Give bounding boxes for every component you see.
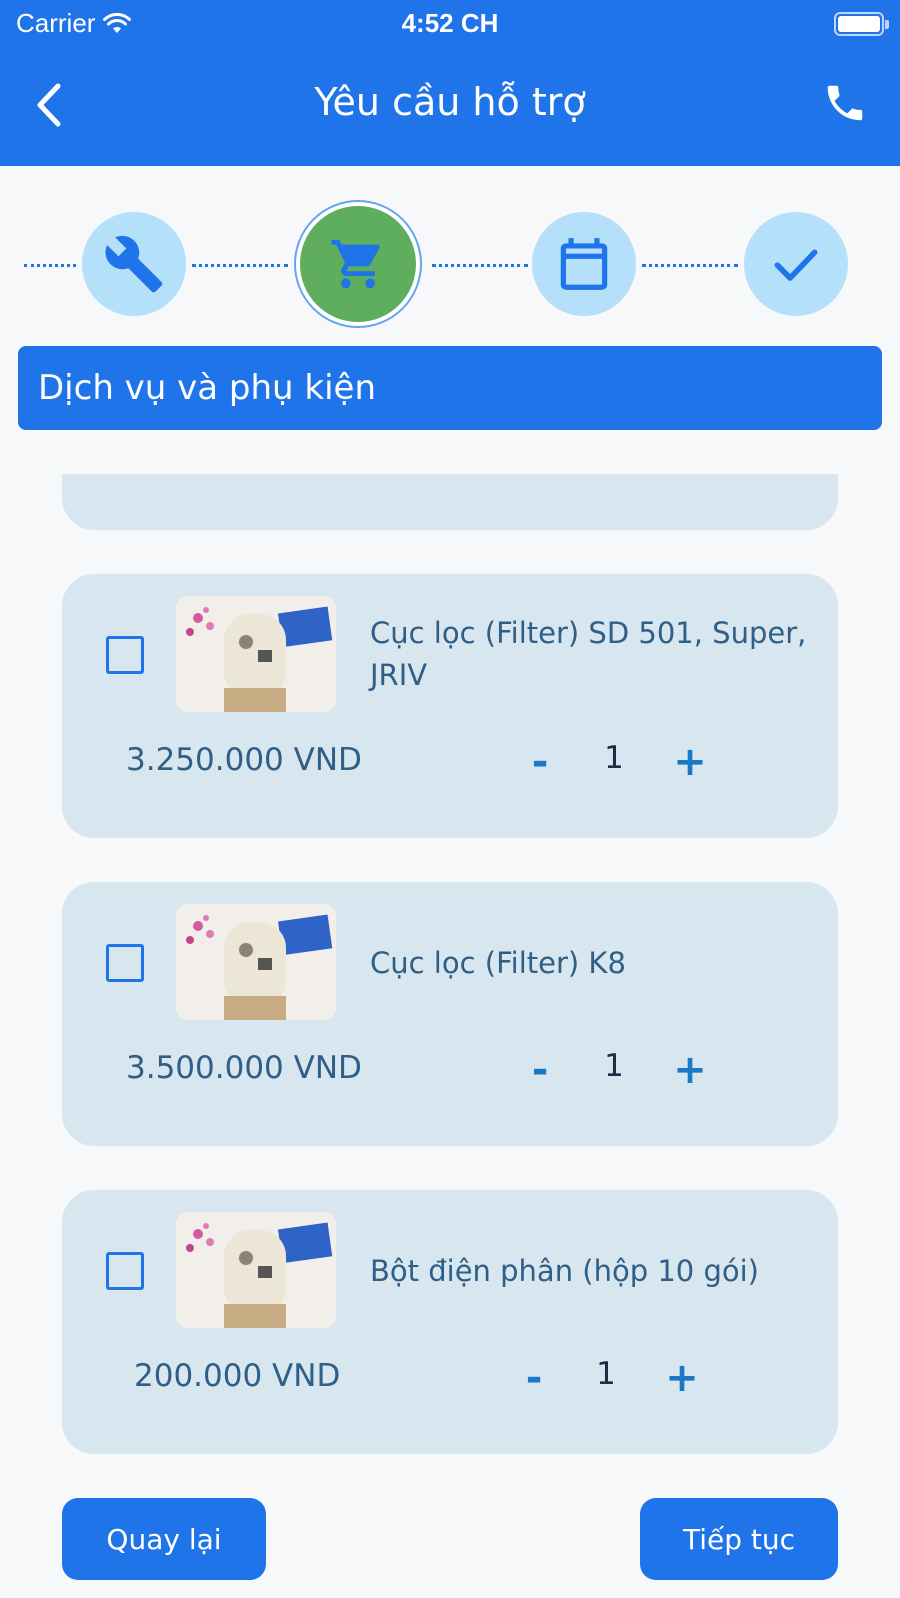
step-cart[interactable]	[294, 200, 422, 328]
product-quantity: 1	[604, 1048, 624, 1084]
product-price: 200.000 VND	[134, 1358, 341, 1394]
product-image	[176, 596, 336, 712]
product-card: Bột điện phân (hộp 10 gói) 200.000 VND -…	[62, 1190, 838, 1454]
product-checkbox[interactable]	[106, 944, 144, 982]
check-icon	[774, 249, 818, 281]
product-name: Cục lọc (Filter) SD 501, Super, JRIV	[370, 616, 807, 692]
product-card: Cục lọc (Filter) K8 3.500.000 VND - 1 +	[62, 882, 838, 1146]
top-app-bar: Carrier 4:52 CH Yêu cầu hỗ trợ	[0, 0, 900, 166]
product-name: Cục lọc (Filter) K8	[370, 946, 626, 980]
status-time: 4:52 CH	[401, 8, 499, 38]
product-quantity: 1	[604, 740, 624, 776]
step-connector	[432, 264, 528, 267]
product-price: 3.250.000 VND	[126, 742, 362, 778]
step-connector	[192, 264, 288, 267]
phone-icon	[827, 85, 863, 121]
section-title: Dịch vụ và phụ kiện	[38, 368, 377, 408]
cart-icon	[331, 239, 380, 289]
product-image	[176, 1212, 336, 1328]
product-list[interactable]: Cục lọc (Filter) SD 501, Super, JRIV 3.2…	[0, 474, 900, 1464]
increase-quantity-button[interactable]: +	[660, 1352, 704, 1404]
product-quantity: 1	[596, 1356, 616, 1392]
product-name: Bột điện phân (hộp 10 gói)	[370, 1254, 759, 1288]
product-card: Cục lọc (Filter) SD 501, Super, JRIV 3.2…	[62, 574, 838, 838]
step-connector	[642, 264, 738, 267]
product-card-partial	[62, 474, 838, 530]
step-cart-fill	[300, 206, 416, 322]
decrease-quantity-button[interactable]: -	[518, 1044, 562, 1096]
next-step-button[interactable]: Tiếp tục	[640, 1498, 838, 1580]
status-bar: Carrier 4:52 CH	[0, 0, 900, 48]
back-step-button[interactable]: Quay lại	[62, 1498, 266, 1580]
calendar-icon	[560, 238, 608, 290]
product-image	[176, 904, 336, 1020]
step-schedule[interactable]	[532, 212, 636, 316]
section-header: Dịch vụ và phụ kiện	[18, 346, 882, 430]
navigation-bar: Yêu cầu hỗ trợ	[0, 60, 900, 150]
step-service[interactable]	[82, 212, 186, 316]
product-checkbox[interactable]	[106, 1252, 144, 1290]
decrease-quantity-button[interactable]: -	[512, 1352, 556, 1404]
product-checkbox[interactable]	[106, 636, 144, 674]
decrease-quantity-button[interactable]: -	[518, 736, 562, 788]
wrench-icon	[105, 235, 163, 293]
increase-quantity-button[interactable]: +	[668, 736, 712, 788]
step-confirm[interactable]	[744, 212, 848, 316]
battery-icon	[834, 12, 889, 36]
product-price: 3.500.000 VND	[126, 1050, 362, 1086]
call-button[interactable]	[822, 80, 872, 130]
page-title: Yêu cầu hỗ trợ	[314, 80, 586, 124]
increase-quantity-button[interactable]: +	[668, 1044, 712, 1096]
progress-stepper	[0, 198, 900, 332]
step-connector	[24, 264, 76, 267]
